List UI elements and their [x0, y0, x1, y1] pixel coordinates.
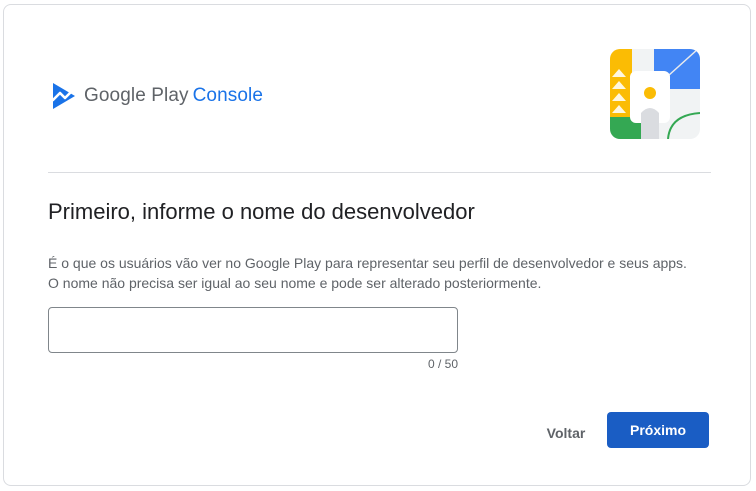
- play-console-logo: Google Play Console: [50, 81, 263, 111]
- header-divider: [48, 172, 711, 173]
- page-description: É o que os usuários vão ver no Google Pl…: [48, 255, 687, 291]
- developer-name-field[interactable]: [48, 307, 458, 353]
- developer-name-dialog: Google Play Console Primeiro, informe o …: [3, 4, 751, 486]
- logo-brand: Google Play: [84, 85, 189, 106]
- logo-product: Console: [192, 85, 264, 106]
- logo-text: Google Play Console: [84, 85, 263, 107]
- page-title: Primeiro, informe o nome do desenvolvedo…: [48, 199, 475, 224]
- character-counter: 0 / 50: [427, 357, 458, 371]
- back-button[interactable]: Voltar: [534, 415, 598, 451]
- next-button[interactable]: Próximo: [607, 412, 709, 448]
- play-console-icon: [50, 81, 78, 111]
- developer-name-input[interactable]: [49, 308, 457, 352]
- developer-profile-illustration: [610, 49, 700, 139]
